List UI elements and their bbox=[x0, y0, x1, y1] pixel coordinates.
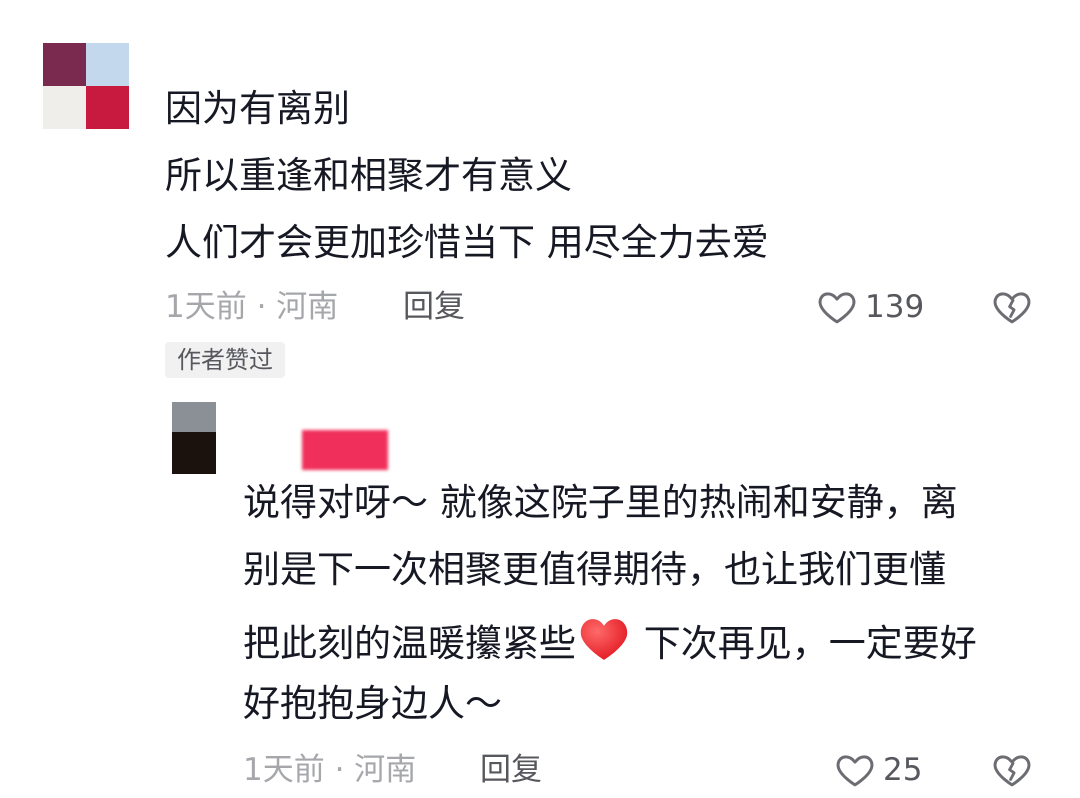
avatar-tile bbox=[86, 43, 129, 86]
reply-text-segment: 下次再见，一定要好 bbox=[632, 622, 977, 665]
reply-text-segment: 把此刻的温暖攥紧些 bbox=[243, 622, 576, 665]
reply-button[interactable]: 回复 bbox=[403, 289, 465, 325]
dislike-button[interactable] bbox=[990, 286, 1034, 332]
reply-text-line: 把此刻的温暖攥紧些 下次再见，一定要好 bbox=[243, 616, 1043, 671]
commenter-avatar[interactable] bbox=[43, 43, 129, 129]
like-count: 25 bbox=[883, 752, 923, 788]
comment-timestamp-location: 1天前 · 河南 bbox=[165, 289, 339, 325]
like-count: 139 bbox=[865, 289, 925, 325]
avatar-tile bbox=[172, 432, 216, 474]
reply-button[interactable]: 回复 bbox=[480, 752, 542, 788]
reply-text-line: 好抱抱身边人～ bbox=[243, 682, 502, 725]
broken-heart-icon bbox=[993, 755, 1031, 787]
avatar-tile bbox=[86, 86, 129, 129]
heart-outline-icon bbox=[836, 755, 874, 787]
reply-text-line: 别是下一次相聚更值得期待，也让我们更懂 bbox=[243, 548, 946, 591]
like-button[interactable]: 25 bbox=[833, 749, 922, 791]
reply-text-line: 说得对呀～ 就像这院子里的热闹和安静，离 bbox=[243, 481, 958, 524]
like-button[interactable]: 139 bbox=[815, 286, 924, 328]
reply-timestamp-location: 1天前 · 河南 bbox=[243, 752, 417, 788]
redacted-username bbox=[302, 430, 388, 470]
dislike-button[interactable] bbox=[990, 749, 1034, 795]
avatar-tile bbox=[43, 86, 86, 129]
comment-text-line: 所以重逢和相聚才有意义 bbox=[165, 154, 572, 197]
author-liked-badge: 作者赞过 bbox=[165, 342, 285, 378]
heart-outline-icon bbox=[818, 292, 856, 324]
avatar-tile bbox=[172, 402, 216, 432]
avatar-tile bbox=[43, 43, 86, 86]
replier-avatar[interactable] bbox=[172, 402, 216, 474]
comment-text-line: 人们才会更加珍惜当下 用尽全力去爱 bbox=[165, 221, 769, 264]
broken-heart-icon bbox=[993, 292, 1031, 324]
red-heart-emoji bbox=[578, 616, 630, 671]
comment-text-line: 因为有离别 bbox=[165, 87, 350, 130]
